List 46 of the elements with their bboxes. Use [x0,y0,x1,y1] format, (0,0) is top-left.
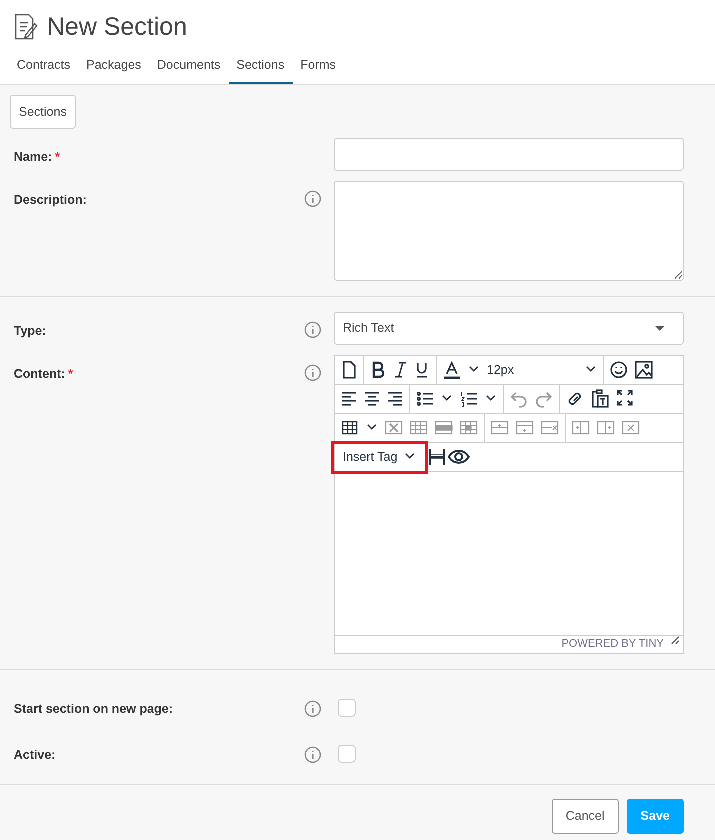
bold-icon[interactable] [370,360,386,380]
required-mark: * [68,367,74,381]
description-field[interactable] [334,181,684,281]
page-title: New Section [47,14,188,40]
font-size-select[interactable]: 12px [487,360,597,380]
type-select[interactable]: Rich Text [334,312,684,345]
info-icon[interactable] [304,190,322,208]
required-mark: * [55,150,60,164]
field-label: Content: [14,367,66,381]
image-icon[interactable] [635,360,653,380]
field-label: Start section on new page: [14,702,174,716]
info-icon[interactable] [304,746,322,764]
italic-icon[interactable] [393,360,407,380]
insert-tag-dropdown[interactable]: Insert Tag [333,442,426,472]
tab[interactable]: Documents [149,48,229,84]
align-right-icon[interactable] [387,389,403,409]
tab[interactable]: Forms [292,48,344,84]
tab[interactable]: Sections [228,48,293,84]
info-icon[interactable] [304,700,322,718]
fullscreen-icon[interactable] [616,389,634,409]
tab[interactable]: Packages [78,48,150,84]
name-field[interactable] [334,138,684,171]
tab[interactable]: Contracts [9,48,78,84]
page-break-icon[interactable] [428,447,446,467]
field-label: Name: [14,150,52,164]
field-label: Type: [14,324,46,338]
preview-eye-icon[interactable] [448,447,470,467]
emoji-icon[interactable] [610,360,628,380]
checkbox[interactable] [338,699,356,717]
branding-text[interactable]: POWERED BY TINY [562,636,664,653]
cancel-button[interactable]: Cancel [552,798,619,834]
bullet-list-icon[interactable] [416,389,434,409]
field-label: Description: [14,193,87,207]
align-left-icon[interactable] [341,389,357,409]
info-icon[interactable] [304,364,322,382]
new-document-icon[interactable] [341,360,357,380]
document-edit-icon [13,13,39,41]
paste-text-icon[interactable] [591,389,609,409]
numbered-list-icon[interactable] [460,389,478,409]
underline-icon[interactable] [414,360,430,380]
checkbox[interactable] [338,744,356,763]
sections-button[interactable]: Sections [10,95,76,129]
info-icon[interactable] [304,321,322,339]
field-label: Active: [14,748,56,762]
text-color-icon[interactable] [443,360,461,380]
align-center-icon[interactable] [364,389,380,409]
